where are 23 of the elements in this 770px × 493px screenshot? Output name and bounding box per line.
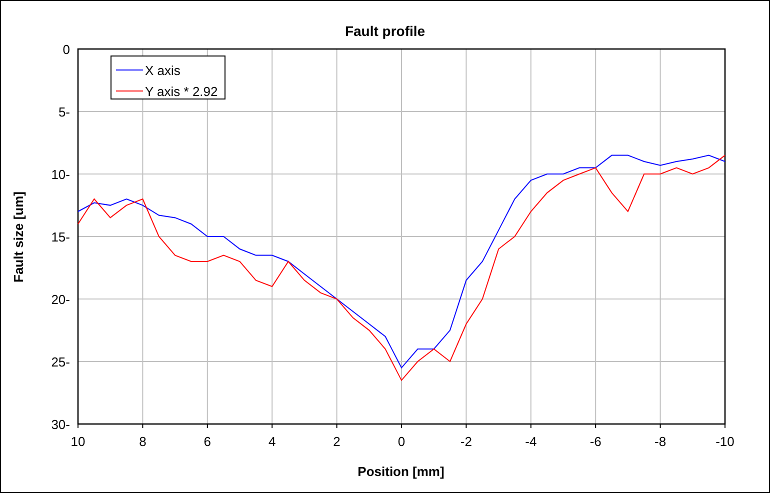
legend-label: Y axis * 2.92 xyxy=(145,84,218,99)
legend-label: X axis xyxy=(145,63,180,78)
tick-label: 0 xyxy=(398,434,406,449)
tick-label: -2 xyxy=(460,434,472,449)
tick-label: 25- xyxy=(51,354,70,370)
tick-label: -8 xyxy=(654,434,666,449)
tick-label: 10 xyxy=(70,434,86,449)
tick-label: 30- xyxy=(51,417,70,432)
tick-label: -6 xyxy=(590,434,602,449)
tick-label: 5- xyxy=(58,104,70,120)
tick-label: 10- xyxy=(51,167,70,182)
tick-label: -4 xyxy=(525,434,537,449)
tick-label: 6 xyxy=(204,434,212,449)
tick-label: 15- xyxy=(51,230,70,244)
axis-title: Position [mm] xyxy=(358,464,444,479)
tick-label: 2 xyxy=(333,434,340,449)
tick-label: 8 xyxy=(139,434,146,449)
chart-title: Fault profile xyxy=(344,23,426,39)
tick-label: 0 xyxy=(62,42,70,57)
tick-label: -10 xyxy=(716,434,734,449)
tick-label: 20- xyxy=(51,292,70,307)
tick-label: 4 xyxy=(268,434,276,449)
axis-title: Fault size [um] xyxy=(11,192,26,282)
